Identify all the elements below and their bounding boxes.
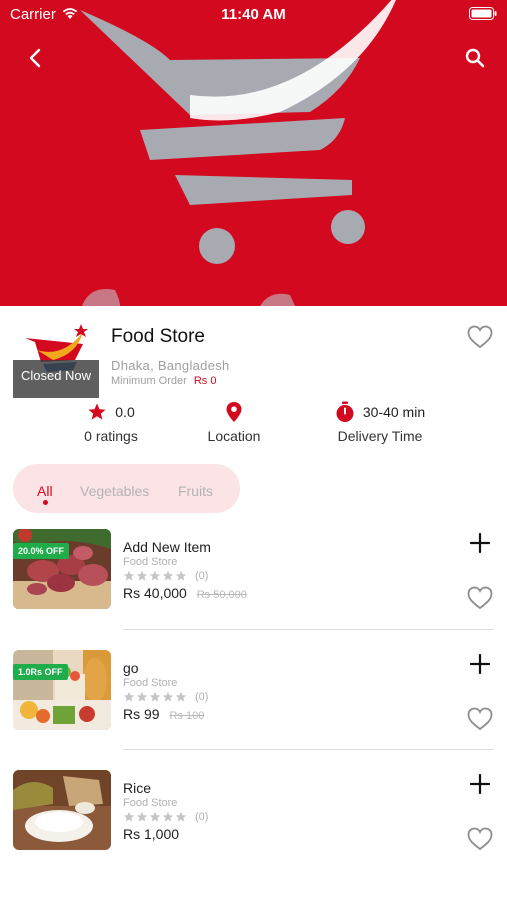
star-empty-icon <box>123 811 135 822</box>
location-pin-icon <box>226 402 242 422</box>
favorite-button[interactable] <box>466 706 494 732</box>
minimum-order-label: Minimum Order <box>111 375 187 387</box>
heart-outline-icon <box>467 827 493 851</box>
store-address: Dhaka, Bangladesh <box>111 358 230 373</box>
store-stats: 0.0 0 ratings Location 30-40 min Deliver… <box>0 400 507 452</box>
star-empty-icon <box>136 691 148 702</box>
ratings-label: 0 ratings <box>84 428 138 444</box>
add-to-cart-button[interactable] <box>466 529 494 557</box>
product-rating: (0) <box>123 811 208 823</box>
stopwatch-icon <box>336 401 354 422</box>
star-empty-icon <box>175 691 187 702</box>
product-item[interactable]: Rice Food Store (0) Rs 1,000 <box>0 770 507 890</box>
search-icon <box>465 48 485 68</box>
rating-count: (0) <box>195 691 209 703</box>
active-tab-indicator <box>43 500 48 505</box>
status-time: 11:40 AM <box>221 6 286 23</box>
heart-outline-icon <box>467 586 493 610</box>
star-empty-icon <box>123 570 135 581</box>
product-price: Rs 1,000 <box>123 826 180 842</box>
star-empty-icon <box>162 811 174 822</box>
product-store: Food Store <box>123 797 178 809</box>
product-price: Rs 40,000 <box>123 585 187 601</box>
heart-outline-icon <box>467 707 493 731</box>
product-item[interactable]: 20.0% OFF Add New Item Food Store (0) Rs… <box>0 529 507 649</box>
store-name: Food Store <box>111 326 205 347</box>
rating-value: 0.0 <box>115 404 135 420</box>
delivery-time-label: Delivery Time <box>337 428 423 444</box>
tab-vegetables[interactable]: Vegetables <box>80 483 149 499</box>
star-empty-icon <box>162 691 174 702</box>
product-store: Food Store <box>123 677 178 689</box>
product-price-row: Rs 40,000 Rs 50,000 <box>123 585 247 601</box>
stat-location[interactable]: Location <box>198 400 270 444</box>
product-store: Food Store <box>123 556 178 568</box>
rating-count: (0) <box>195 811 209 823</box>
chevron-left-icon <box>29 48 41 68</box>
favorite-button[interactable] <box>466 826 494 852</box>
product-item[interactable]: 1.0Rs OFF go Food Store (0) Rs 99 Rs 100 <box>0 650 507 770</box>
divider <box>123 629 494 630</box>
stat-ratings: 0.0 0 ratings <box>76 400 146 444</box>
star-empty-icon <box>149 811 161 822</box>
rice-photo <box>13 770 111 850</box>
cart-banner-art <box>80 0 396 306</box>
product-image[interactable]: 20.0% OFF <box>13 529 111 609</box>
product-image[interactable]: 1.0Rs OFF <box>13 650 111 730</box>
product-old-price: Rs 100 <box>169 710 205 722</box>
store-header: Closed Now Food Store Dhaka, Bangladesh … <box>0 306 507 398</box>
heart-outline-icon <box>467 325 493 349</box>
minimum-order-value: Rs 0 <box>193 375 217 387</box>
discount-badge: 1.0Rs OFF <box>13 664 68 680</box>
grocery-shopping-photo <box>13 650 111 730</box>
category-tabs: All Vegetables Fruits <box>13 464 240 513</box>
divider <box>123 749 494 750</box>
product-name[interactable]: Rice <box>123 780 151 796</box>
product-old-price: Rs 50,000 <box>196 589 247 601</box>
closed-now-label: Closed Now <box>20 368 92 383</box>
add-to-cart-button[interactable] <box>466 770 494 798</box>
product-price-row: Rs 99 Rs 100 <box>123 706 204 722</box>
delivery-time-value: 30-40 min <box>362 404 426 420</box>
star-empty-icon <box>136 570 148 581</box>
star-empty-icon <box>149 691 161 702</box>
store-logo: Closed Now <box>13 320 99 398</box>
tab-all[interactable]: All <box>37 483 53 499</box>
star-empty-icon <box>149 570 161 581</box>
star-empty-icon <box>175 811 187 822</box>
product-rating: (0) <box>123 570 208 582</box>
add-to-cart-button[interactable] <box>466 650 494 678</box>
status-bar: Carrier 11:40 AM <box>0 0 507 28</box>
star-empty-icon <box>162 570 174 581</box>
search-button[interactable] <box>461 44 489 72</box>
stat-delivery-time: 30-40 min Delivery Time <box>330 400 430 444</box>
battery-icon <box>469 7 497 20</box>
plus-icon <box>469 653 491 675</box>
discount-badge: 20.0% OFF <box>13 543 70 559</box>
product-name[interactable]: Add New Item <box>123 539 211 555</box>
plus-icon <box>469 532 491 554</box>
store-banner: Carrier 11:40 AM <box>0 0 507 306</box>
store-favorite-button[interactable] <box>466 324 494 350</box>
product-image[interactable] <box>13 770 111 850</box>
product-price: Rs 99 <box>123 706 160 722</box>
star-icon <box>88 403 106 420</box>
location-label: Location <box>207 428 261 444</box>
product-price-row: Rs 1,000 <box>123 826 179 842</box>
tab-fruits[interactable]: Fruits <box>178 483 213 499</box>
star-empty-icon <box>136 811 148 822</box>
product-name[interactable]: go <box>123 660 139 676</box>
minimum-order: Minimum Order Rs 0 <box>111 375 216 387</box>
product-rating: (0) <box>123 691 208 703</box>
star-empty-icon <box>175 570 187 581</box>
star-empty-icon <box>123 691 135 702</box>
meat-photo <box>13 529 111 609</box>
favorite-button[interactable] <box>466 585 494 611</box>
back-button[interactable] <box>22 44 50 72</box>
plus-icon <box>469 773 491 795</box>
rating-count: (0) <box>195 570 209 582</box>
